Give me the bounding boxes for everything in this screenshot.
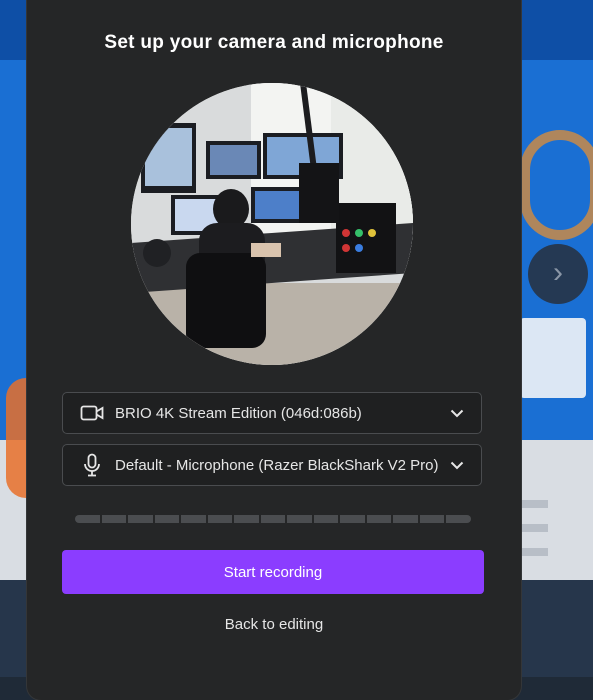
next-arrow-icon: › xyxy=(528,244,588,304)
level-meter-segment xyxy=(154,515,179,523)
microphone-select-value: Default - Microphone (Razer BlackShark V… xyxy=(115,456,439,474)
level-meter-segment xyxy=(75,515,100,523)
chevron-down-icon xyxy=(447,403,467,423)
level-meter-segment xyxy=(234,515,259,523)
level-meter-segment xyxy=(446,515,471,523)
background-thumbnail xyxy=(520,318,586,398)
level-meter-segment xyxy=(128,515,153,523)
level-meter-segment xyxy=(207,515,232,523)
recording-setup-dialog: Set up your camera and microphone BRIO 4… xyxy=(27,0,521,700)
background-text-lines xyxy=(520,500,548,572)
level-meter-segment xyxy=(260,515,285,523)
level-meter-segment xyxy=(366,515,391,523)
camera-select-value: BRIO 4K Stream Edition (046d:086b) xyxy=(115,404,362,422)
level-meter-segment xyxy=(313,515,338,523)
audio-level-meter xyxy=(75,515,471,523)
background-shape xyxy=(520,130,593,240)
level-meter-segment xyxy=(287,515,312,523)
start-recording-button[interactable]: Start recording xyxy=(62,550,484,594)
chevron-down-icon xyxy=(447,455,467,475)
level-meter-segment xyxy=(419,515,444,523)
camera-preview xyxy=(131,83,413,365)
back-to-editing-link[interactable]: Back to editing xyxy=(27,616,521,633)
level-meter-segment xyxy=(181,515,206,523)
level-meter-segment xyxy=(393,515,418,523)
level-meter-segment xyxy=(101,515,126,523)
video-camera-icon xyxy=(79,400,105,426)
camera-select[interactable]: BRIO 4K Stream Edition (046d:086b) xyxy=(62,392,482,434)
microphone-icon xyxy=(79,452,105,478)
microphone-select[interactable]: Default - Microphone (Razer BlackShark V… xyxy=(62,444,482,486)
dialog-title: Set up your camera and microphone xyxy=(104,32,444,53)
level-meter-segment xyxy=(340,515,365,523)
